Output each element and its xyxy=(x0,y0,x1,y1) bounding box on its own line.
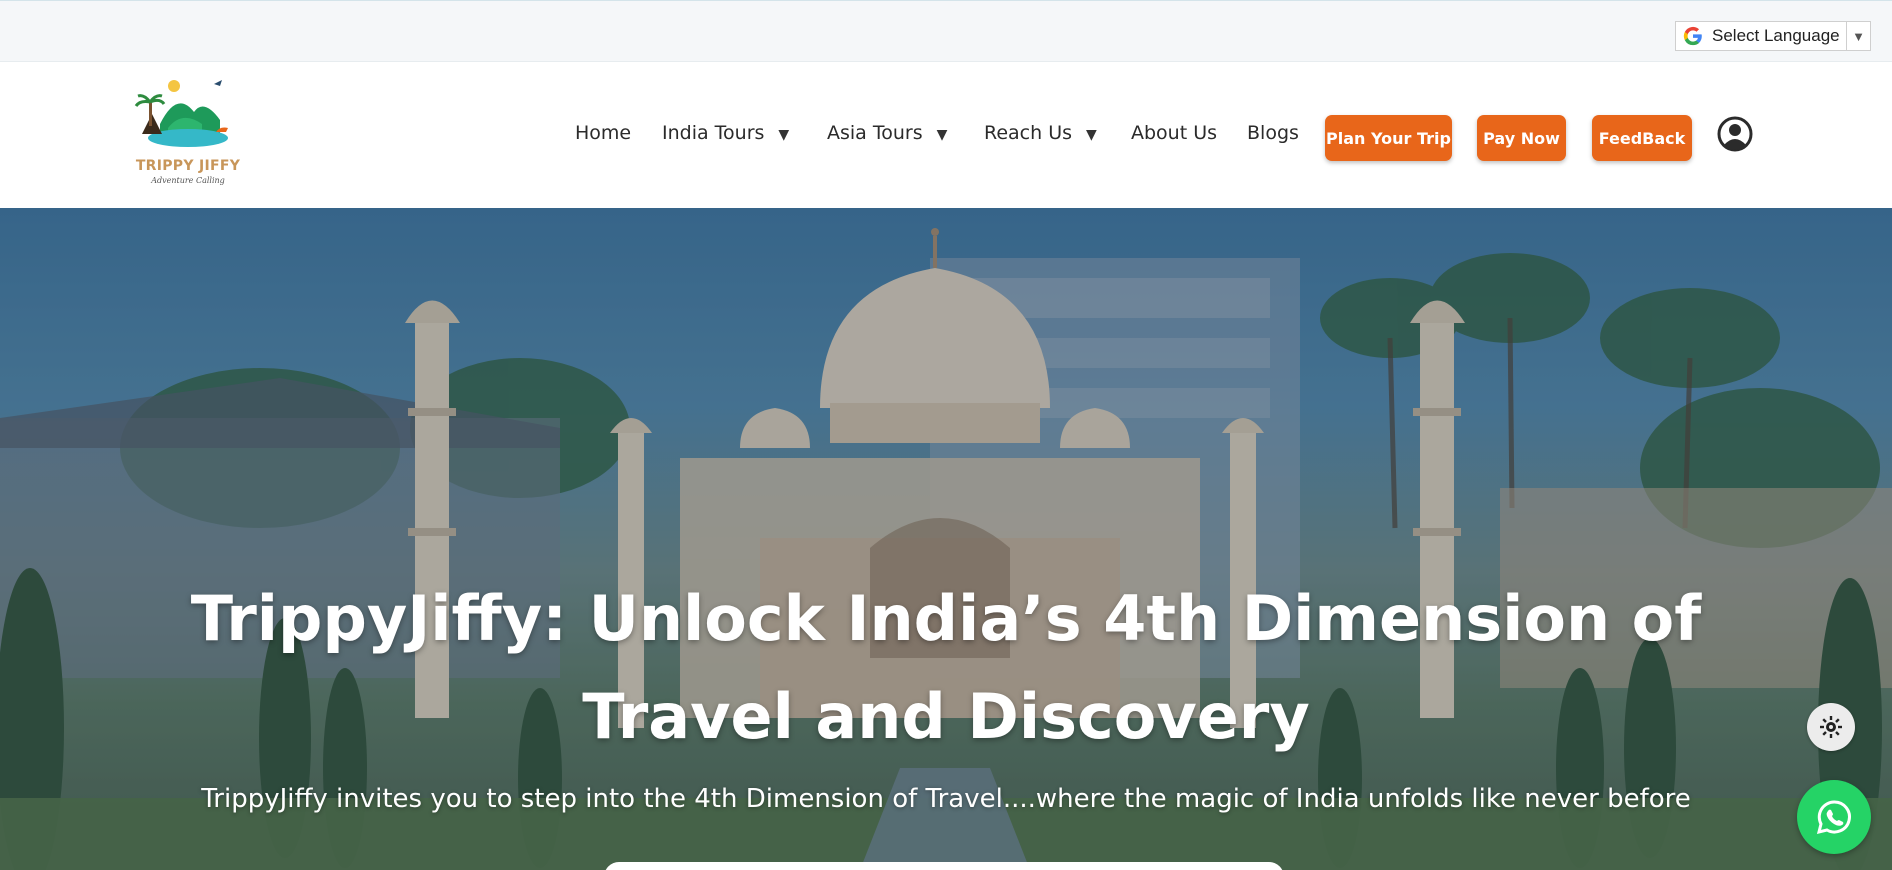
translate-bar: Select Language ▼ xyxy=(0,0,1892,62)
nav-item-india-tours[interactable]: India Tours ▼ xyxy=(662,122,789,144)
nav-item-about-us[interactable]: About Us xyxy=(1131,122,1217,144)
theme-toggle-button[interactable] xyxy=(1807,703,1855,751)
search-bar[interactable] xyxy=(604,862,1284,870)
chevron-down-icon: ▼ xyxy=(936,127,948,143)
hero-subtitle: TrippyJiffy invites you to step into the… xyxy=(201,784,1691,814)
language-select[interactable]: Select Language ▼ xyxy=(1675,21,1871,51)
nav-item-label: About Us xyxy=(1131,122,1218,144)
nav-item-label: India Tours xyxy=(662,122,765,144)
nav-item-label: Reach Us xyxy=(984,122,1073,144)
whatsapp-button[interactable] xyxy=(1797,780,1871,854)
hero-title: TrippyJiffy: Unlock India’s 4th Dimensio… xyxy=(190,582,1702,753)
google-icon xyxy=(1683,26,1702,46)
nav-item-home[interactable]: Home xyxy=(575,122,631,144)
chevron-down-icon: ▼ xyxy=(1846,22,1870,50)
nav-item-label: Blogs xyxy=(1247,122,1299,144)
chevron-down-icon: ▼ xyxy=(1086,127,1097,143)
chevron-down-icon: ▼ xyxy=(778,127,790,143)
sun-gear-icon xyxy=(1820,716,1842,738)
nav-item-asia-tours[interactable]: Asia Tours ▼ xyxy=(827,122,947,144)
site-header: TRIPPY JIFFY Adventure Calling Home Indi… xyxy=(0,62,1892,208)
feedback-button[interactable]: FeedBack xyxy=(1592,115,1692,161)
user-circle-icon[interactable] xyxy=(1717,116,1753,152)
nav-item-blogs[interactable]: Blogs xyxy=(1247,122,1299,144)
nav-item-label: Asia Tours xyxy=(827,122,923,144)
nav-item-reach-us[interactable]: Reach Us ▼ xyxy=(984,122,1097,144)
whatsapp-icon xyxy=(1816,800,1851,835)
language-select-label: Select Language xyxy=(1712,26,1840,45)
pay-now-button[interactable]: Pay Now xyxy=(1477,115,1566,161)
plan-your-trip-button[interactable]: Plan Your Trip xyxy=(1325,115,1452,161)
main-nav: Home India Tours ▼ Asia Tours ▼ Reach Us ▼ … xyxy=(0,62,1892,208)
hero-banner: TrippyJiffy: Unlock India’s 4th Dimensio… xyxy=(0,208,1892,870)
hero-background-image xyxy=(0,208,1892,870)
nav-item-label: Home xyxy=(575,122,632,144)
